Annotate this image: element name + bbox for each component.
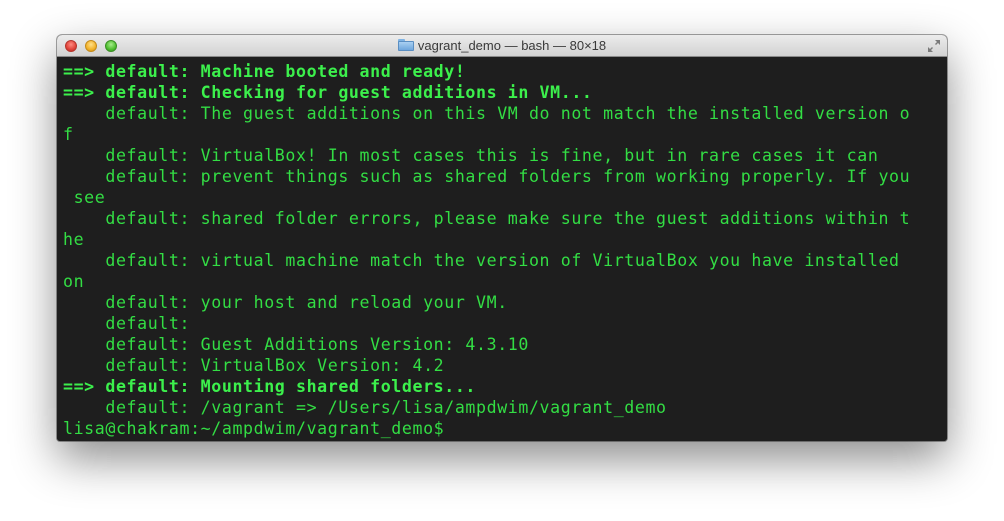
terminal-line: default: xyxy=(63,314,191,333)
terminal-line: ==> default: Mounting shared folders... xyxy=(63,377,477,396)
terminal-line: default: VirtualBox Version: 4.2 xyxy=(63,356,445,375)
terminal-line: default: shared folder errors, please ma… xyxy=(63,209,911,228)
terminal-line: f xyxy=(63,125,74,144)
terminal-line: default: Guest Additions Version: 4.3.10 xyxy=(63,335,529,354)
terminal-window: vagrant_demo — bash — 80×18 ==> default:… xyxy=(57,35,947,441)
window-title-container: vagrant_demo — bash — 80×18 xyxy=(57,35,947,57)
terminal-line: default: /vagrant => /Users/lisa/ampdwim… xyxy=(63,398,667,417)
terminal-line: default: virtual machine match the versi… xyxy=(63,251,900,270)
terminal-line: ==> default: Machine booted and ready! xyxy=(63,62,466,81)
terminal-line: ==> default: Checking for guest addition… xyxy=(63,83,593,102)
terminal-line: on xyxy=(63,272,85,291)
terminal-line: default: prevent things such as shared f… xyxy=(63,167,911,186)
window-title: vagrant_demo — bash — 80×18 xyxy=(417,38,607,53)
terminal-line: default: The guest additions on this VM … xyxy=(63,104,911,123)
terminal-line: he xyxy=(63,230,85,249)
terminal-output[interactable]: ==> default: Machine booted and ready! ==… xyxy=(57,57,947,441)
fullscreen-icon[interactable] xyxy=(927,39,941,53)
terminal-line: see xyxy=(63,188,106,207)
title-bar[interactable]: vagrant_demo — bash — 80×18 xyxy=(57,35,947,57)
terminal-line: default: VirtualBox! In most cases this … xyxy=(63,146,879,165)
terminal-line: default: your host and reload your VM. xyxy=(63,293,508,312)
shell-prompt: lisa@chakram:~/ampdwim/vagrant_demo$ xyxy=(63,419,445,438)
folder-icon xyxy=(397,39,414,51)
